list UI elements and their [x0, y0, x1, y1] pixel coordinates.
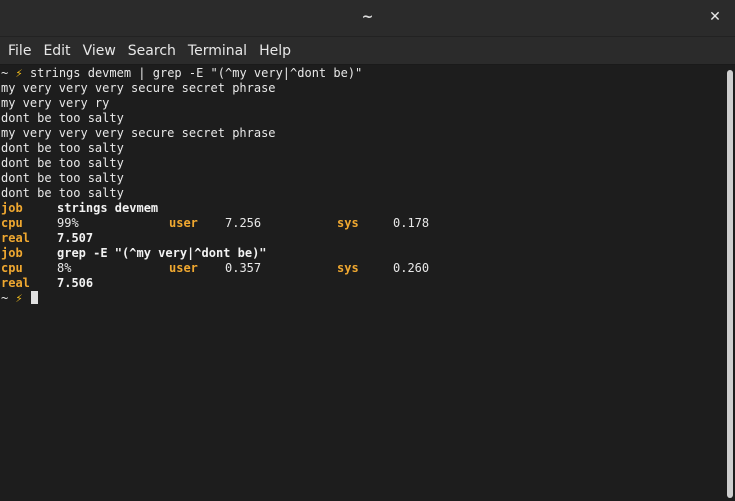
cpu-value: 99%: [57, 216, 79, 230]
command-line: ~ ⚡ strings devmem | grep -E "(^my very|…: [1, 66, 724, 81]
terminal-output[interactable]: ~ ⚡ strings devmem | grep -E "(^my very|…: [0, 65, 724, 501]
menu-file[interactable]: File: [2, 37, 37, 65]
output-line: dont be too salty: [1, 141, 124, 155]
output-line: my very very ry: [1, 96, 110, 110]
current-prompt-line[interactable]: ~ ⚡: [1, 291, 724, 306]
sys-label: sys: [337, 261, 359, 275]
menu-terminal[interactable]: Terminal: [182, 37, 253, 65]
timing-cpu-line: cpu 99% user 7.256 sys 0.178: [1, 216, 724, 231]
user-value: 7.256: [225, 216, 262, 230]
timing-job-line: job strings devmem: [1, 201, 724, 216]
job-label: job: [1, 201, 23, 215]
job-command: strings devmem: [57, 201, 159, 215]
menu-search[interactable]: Search: [122, 37, 182, 65]
window-title: ~: [361, 9, 374, 25]
output-line: my very very very secure secret phrase: [1, 81, 276, 95]
output-line: dont be too salty: [1, 156, 124, 170]
job-command: grep -E "(^my very|^dont be)": [57, 246, 267, 260]
menu-edit[interactable]: Edit: [37, 37, 76, 65]
timing-cpu-line: cpu 8% user 0.357 sys 0.260: [1, 261, 724, 276]
menu-view[interactable]: View: [77, 37, 122, 65]
lightning-bolt-icon: ⚡: [15, 66, 23, 80]
command-text: strings devmem | grep -E "(^my very|^don…: [29, 66, 363, 80]
job-label: job: [1, 246, 23, 260]
real-label: real: [1, 276, 30, 290]
sys-label: sys: [337, 216, 359, 230]
user-label: user: [169, 261, 198, 275]
user-label: user: [169, 216, 198, 230]
prompt-dir: ~: [1, 66, 9, 80]
output-line: dont be too salty: [1, 186, 124, 200]
timing-real-line: real 7.506: [1, 276, 724, 291]
real-value: 7.506: [57, 276, 94, 290]
terminal-window: ~ ✕ File Edit View Search Terminal Help …: [0, 0, 735, 501]
prompt-dir: ~: [1, 291, 9, 305]
timing-real-line: real 7.507: [1, 231, 724, 246]
output-line: dont be too salty: [1, 171, 124, 185]
user-value: 0.357: [225, 261, 262, 275]
scrollbar-thumb[interactable]: [727, 70, 733, 498]
real-label: real: [1, 231, 30, 245]
lightning-bolt-icon: ⚡: [15, 291, 23, 305]
output-line: dont be too salty: [1, 111, 124, 125]
menu-help[interactable]: Help: [253, 37, 297, 65]
sys-value: 0.178: [393, 216, 430, 230]
cpu-label: cpu: [1, 261, 23, 275]
cpu-value: 8%: [57, 261, 72, 275]
close-icon[interactable]: ✕: [705, 7, 725, 27]
sys-value: 0.260: [393, 261, 430, 275]
menu-bar: File Edit View Search Terminal Help: [0, 37, 735, 65]
cpu-label: cpu: [1, 216, 23, 230]
real-value: 7.507: [57, 231, 94, 245]
title-bar[interactable]: ~ ✕: [0, 0, 735, 37]
text-cursor: [30, 291, 38, 304]
output-line: my very very very secure secret phrase: [1, 126, 276, 140]
timing-job-line: job grep -E "(^my very|^dont be)": [1, 246, 724, 261]
